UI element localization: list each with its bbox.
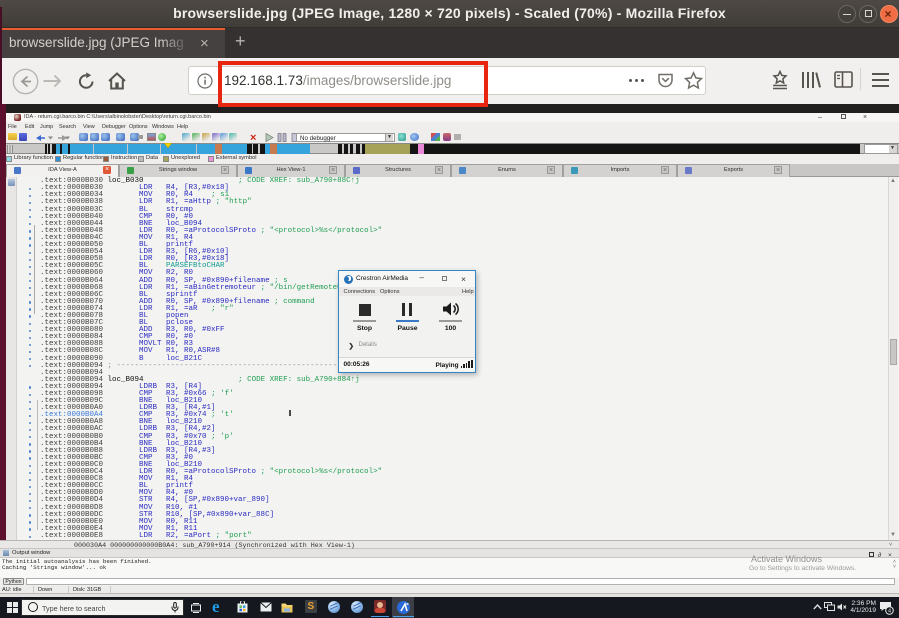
svg-text:4: 4 <box>888 608 891 614</box>
